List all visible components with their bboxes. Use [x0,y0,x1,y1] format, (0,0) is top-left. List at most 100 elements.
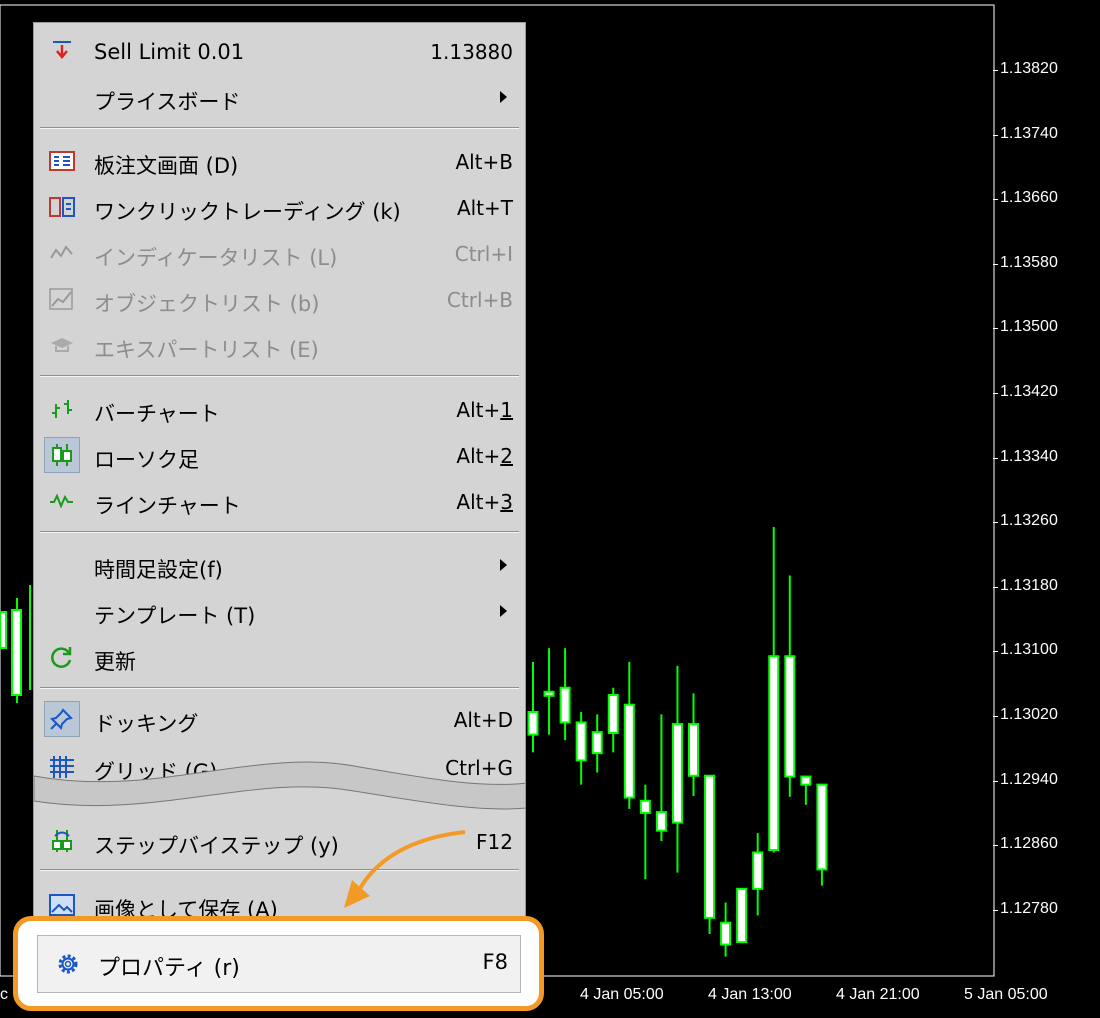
properties-callout: プロパティ (r) F8 [13,916,544,1011]
time-label: 4 Jan 05:00 [580,986,664,1003]
object-list-icon [48,287,76,311]
menu-item-label: オブジェクトリスト (b) [94,292,320,316]
candle-body [704,774,716,919]
pointer-arrow-icon [344,830,466,908]
menu-item-properties[interactable]: プロパティ (r) F8 [37,935,521,993]
refresh-icon [48,645,76,669]
candle-body [575,721,587,762]
price-tick [993,845,998,847]
indicator-list-icon [48,241,76,265]
menu-item-label: ラインチャート [94,494,241,518]
menu-item-shortcut: Ctrl+I [454,242,513,266]
menu-item-bar-chart[interactable]: バーチャート Alt+1 [34,389,525,429]
menu-separator [40,531,519,533]
candle-body [559,686,571,724]
candle-body [639,799,651,814]
menu-separator [40,375,519,377]
left-candles [0,585,31,703]
menu-item-shortcut: 1.13880 [430,40,513,64]
menu-item-template[interactable]: テンプレート (T) [34,591,525,631]
price-tick [993,134,998,136]
price-label: 1.12860 [1000,835,1058,853]
candle-body [655,811,667,832]
menu-item-shortcut: F12 [476,830,513,854]
line-chart-icon [48,489,76,513]
price-tick [993,199,998,201]
price-label: 1.12780 [1000,899,1058,917]
menu-item-label: 板注文画面 (D) [94,154,239,178]
menu-item-label: ローソク足 [94,448,199,472]
menu-item-expert-list[interactable]: エキスパートリスト (E) [34,325,525,365]
price-tick [993,586,998,588]
price-label: 1.13660 [1000,189,1058,207]
candle-body [543,690,555,697]
price-label: 1.13820 [1000,60,1058,77]
menu-item-label: ドッキング [94,712,199,736]
candle-body [623,703,635,799]
one-click-trading-icon [48,195,76,219]
price-label: 1.13260 [1000,512,1058,530]
menu-item-docking[interactable]: ドッキング Alt+D [34,699,525,739]
menu-item-object-list[interactable]: オブジェクトリスト (b) Ctrl+B [34,279,525,319]
menu-item-refresh[interactable]: 更新 [34,637,525,677]
candle-body [671,723,683,824]
candle-body [736,887,748,944]
candle-body [688,723,699,777]
price-label: 1.13180 [1000,576,1058,594]
price-label: 1.13500 [1000,318,1058,336]
menu-item-one-click-trading[interactable]: ワンクリックトレーディング (k) Alt+T [34,187,525,227]
price-tick [993,70,998,71]
depth-of-market-icon [48,149,76,173]
price-label: 1.12940 [1000,770,1058,788]
sell-limit-icon [48,39,76,63]
menu-item-label: ワンクリックトレーディング (k) [94,200,401,224]
price-tick [993,393,998,394]
menu-item-label: エキスパートリスト (E) [94,338,319,362]
candle-body [591,731,603,755]
pin-icon [48,707,76,731]
price-label: 1.13740 [1000,124,1058,142]
price-tick [993,716,998,717]
menu-item-shortcut: Alt+B [455,150,513,174]
candle-body [720,921,732,946]
time-label: 4 Jan 13:00 [708,986,792,1003]
submenu-arrow-icon [500,605,507,617]
price-tick [993,522,998,524]
menu-item-price-board[interactable]: プライスボード [34,77,525,117]
menu-item-timeframe[interactable]: 時間足設定(f) [34,545,525,585]
menu-item-candlestick[interactable]: ローソク足 Alt+2 [34,435,525,475]
candle-body [752,851,764,890]
time-label: 4 Jan 21:00 [836,986,920,1003]
candle-body [607,694,619,734]
candle-body [816,783,828,871]
price-tick [993,780,998,782]
menu-item-sell-limit[interactable]: Sell Limit 0.01 1.13880 [34,31,525,71]
price-tick [993,457,998,459]
menu-item-label: Sell Limit 0.01 [94,40,245,64]
candlestick-icon [48,443,76,467]
candle-body [784,655,796,778]
menu-item-label: ステップバイステップ (y) [94,834,339,858]
menu-item-label: プライスボード [94,90,241,114]
candle-body [527,710,539,736]
menu-item-shortcut: Alt+3 [456,490,513,514]
menu-item-label: バーチャート [94,402,220,426]
save-image-icon [48,893,76,917]
submenu-arrow-icon [500,559,507,571]
menu-item-indicator-list[interactable]: インディケータリスト (L) Ctrl+I [34,233,525,273]
menu-item-label: プロパティ (r) [98,956,240,981]
menu-item-shortcut: Ctrl+B [446,288,513,312]
menu-separator [40,687,519,689]
menu-item-depth-of-market[interactable]: 板注文画面 (D) Alt+B [34,141,525,181]
candle-body [768,655,780,852]
menu-item-label: テンプレート (T) [94,604,256,628]
menu-item-shortcut: F8 [482,950,508,974]
menu-item-shortcut: Alt+2 [456,444,513,468]
menu-item-shortcut: Alt+T [456,196,513,220]
price-label: 1.13100 [1000,641,1058,659]
bar-chart-icon [48,397,76,421]
menu-item-shortcut: Alt+1 [456,398,513,422]
menu-item-line-chart[interactable]: ラインチャート Alt+3 [34,481,525,521]
menu-item-shortcut: Alt+D [453,708,513,732]
time-label: c [0,986,8,1003]
